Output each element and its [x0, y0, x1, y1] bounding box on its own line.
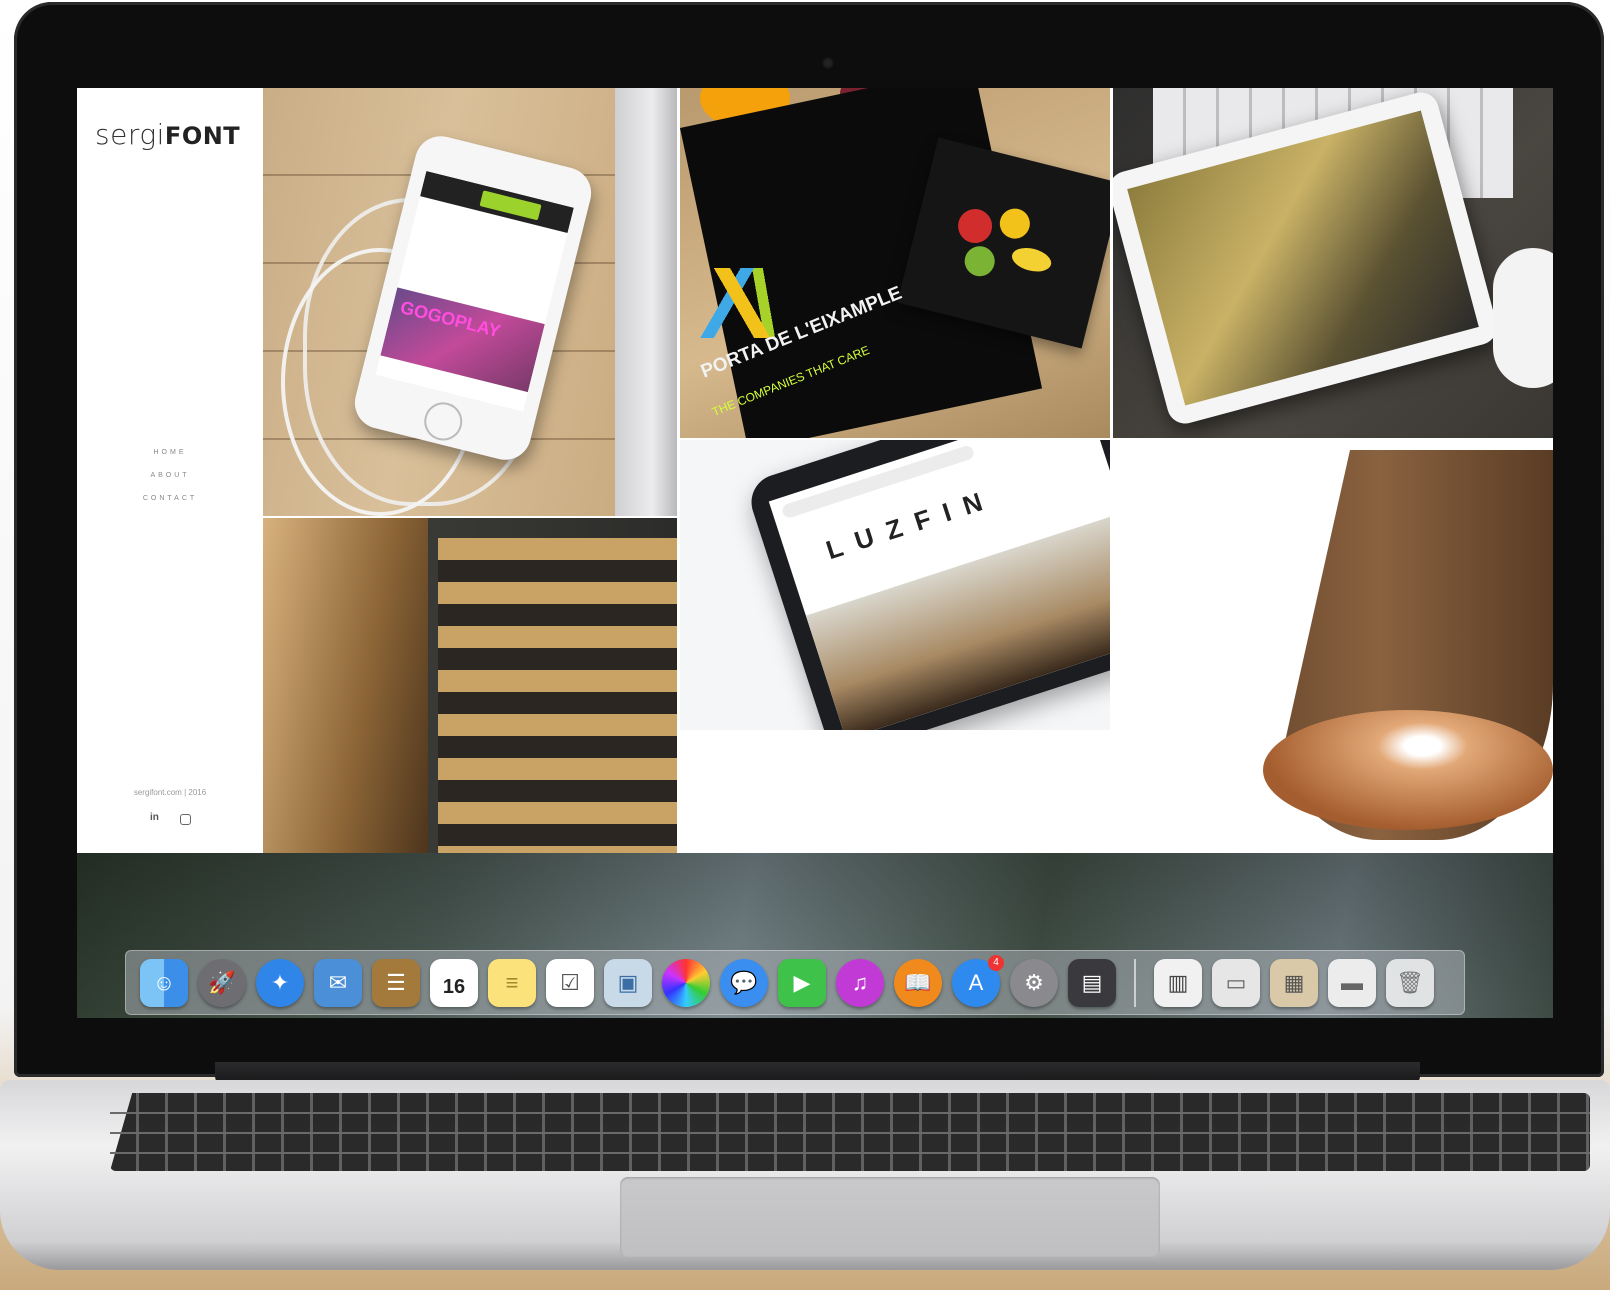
dock: ☺ 🚀 ✦ ✉ ☰ 16 ≡ ☑ ▣ 💬 ▶ ♫ 📖 A 4 ⚙ ▤ ▥ ▭ ▦: [125, 950, 1465, 1015]
tile-laptop-edge: [615, 88, 677, 516]
porta-logo-mark: [700, 268, 795, 338]
instagram-icon[interactable]: [180, 814, 191, 825]
key-row-divider: [110, 1132, 1590, 1134]
preview-icon[interactable]: ▣: [604, 958, 652, 1007]
app-banner-text: GOGOPLAY: [398, 297, 503, 342]
lamp-inner: [1263, 710, 1553, 830]
app-store-icon[interactable]: A 4: [952, 954, 1004, 1007]
launchpad-icon[interactable]: 🚀: [198, 958, 246, 1007]
logo-text-bold: FONT: [164, 122, 241, 150]
contacts-icon[interactable]: ☰: [372, 958, 420, 1007]
system-preferences-icon[interactable]: ⚙: [1010, 958, 1058, 1007]
mail-icon[interactable]: ✉: [314, 958, 362, 1007]
portfolio-website: sergiFONT HOME ABOUT CONTACT sergifont.c…: [77, 88, 1553, 853]
window-stack-icon[interactable]: ▬: [1328, 958, 1376, 1007]
laptop-display: sergiFONT HOME ABOUT CONTACT sergifont.c…: [77, 88, 1553, 1018]
dock-separator: [1134, 958, 1136, 1007]
reminders-icon[interactable]: ☑: [546, 958, 594, 1007]
tile-tablet: LUZFIN: [744, 440, 1110, 730]
portfolio-tile-gogoplay[interactable]: GOGOPLAY: [263, 88, 677, 516]
portfolio-tile-editorial[interactable]: [263, 518, 677, 853]
desktop-wallpaper: ☺ 🚀 ✦ ✉ ☰ 16 ≡ ☑ ▣ 💬 ▶ ♫ 📖 A 4 ⚙ ▤ ▥ ▭ ▦: [77, 853, 1553, 1018]
portfolio-tile-porta[interactable]: PORTA DE L'EIXAMPLE THE COMPANIES THAT C…: [680, 88, 1110, 438]
tile-mouse: [1493, 248, 1553, 388]
site-nav: HOME ABOUT CONTACT: [77, 441, 263, 510]
fruit-shape: [1009, 244, 1054, 276]
footer-copyright: sergifont.com | 2016: [133, 788, 207, 797]
photos-icon[interactable]: [662, 958, 710, 1007]
trackpad: [620, 1177, 1160, 1257]
logo-text-light: sergi: [95, 118, 165, 151]
tile-iphone: GOGOPLAY: [349, 130, 597, 466]
portfolio-tile-lamp[interactable]: [1113, 440, 1553, 853]
itunes-icon[interactable]: ♫: [836, 958, 884, 1007]
image-stack-icon[interactable]: ▦: [1270, 958, 1318, 1007]
fruit-shape: [996, 205, 1034, 242]
facetime-icon[interactable]: ▶: [778, 958, 826, 1007]
fruit-shape: [961, 243, 998, 280]
ibooks-icon[interactable]: 📖: [894, 958, 942, 1007]
portfolio-tile-motorbike[interactable]: [1113, 88, 1553, 438]
calendar-day: 16: [442, 976, 466, 998]
nav-contact[interactable]: CONTACT: [77, 487, 263, 510]
trash-icon[interactable]: 🗑: [1386, 958, 1434, 1007]
camera-icon: [822, 57, 834, 69]
tile-photo-blinds: [438, 538, 677, 853]
key-row-divider: [110, 1112, 1590, 1114]
nav-home[interactable]: HOME: [77, 441, 263, 464]
notes-icon[interactable]: ≡: [488, 958, 536, 1007]
calendar-icon[interactable]: 16: [430, 958, 478, 1007]
portfolio-tile-luzfin[interactable]: LUZFIN: [680, 440, 1110, 730]
screen-icon[interactable]: ▤: [1068, 958, 1116, 1007]
iphone-screen: GOGOPLAY: [375, 170, 574, 412]
file-stack-icon[interactable]: ▭: [1212, 958, 1260, 1007]
home-button-icon: [420, 398, 467, 445]
fruit-shape: [954, 205, 996, 247]
nav-about[interactable]: ABOUT: [77, 464, 263, 487]
tablet-screen: LUZFIN: [768, 440, 1110, 730]
app-banner: GOGOPLAY: [380, 287, 545, 393]
site-sidebar: sergiFONT HOME ABOUT CONTACT sergifont.c…: [77, 88, 263, 853]
site-logo[interactable]: sergiFONT: [95, 118, 240, 151]
finder-icon[interactable]: ☺: [140, 958, 188, 1007]
document-icon[interactable]: ▥: [1154, 958, 1202, 1007]
messages-icon[interactable]: 💬: [720, 958, 768, 1007]
tile-photo-hair: [263, 518, 428, 853]
safari-icon[interactable]: ✦: [256, 958, 304, 1007]
linkedin-icon[interactable]: in: [150, 812, 159, 823]
app-store-badge: 4: [988, 954, 1004, 971]
key-row-divider: [110, 1152, 1590, 1154]
